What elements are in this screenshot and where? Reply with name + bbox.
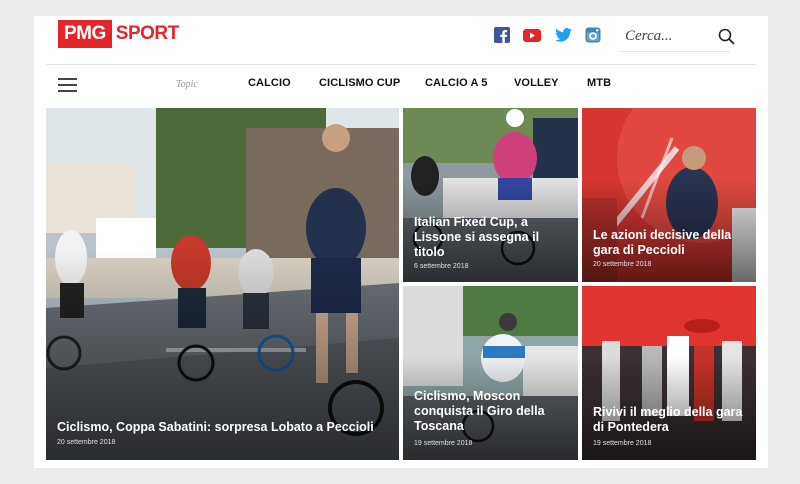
youtube-icon[interactable] xyxy=(522,26,542,44)
nav-item-calcio-a-5[interactable]: CALCIO A 5 xyxy=(425,77,488,89)
article-tile-5[interactable]: Rivivi il meglio della gara di Pontedera… xyxy=(582,286,756,460)
page-container: PMG SPORT Topic CALCIO CICLISMO CUP CALC… xyxy=(34,16,768,468)
topic-label: Topic xyxy=(176,79,198,90)
article-title[interactable]: Ciclismo, Coppa Sabatini: sorpresa Lobat… xyxy=(57,420,391,435)
article-tile-2[interactable]: Italian Fixed Cup, a Lissone si assegna … xyxy=(403,108,578,282)
nav-item-mtb[interactable]: MTB xyxy=(587,77,611,89)
article-tile-main[interactable]: Ciclismo, Coppa Sabatini: sorpresa Lobat… xyxy=(46,108,399,460)
search-box xyxy=(620,22,730,52)
article-tile-3[interactable]: Le azioni decisive della gara di Pecciol… xyxy=(582,108,756,282)
facebook-icon[interactable] xyxy=(492,26,512,44)
article-date: 20 settembre 2018 xyxy=(593,261,652,268)
nav-item-calcio[interactable]: CALCIO xyxy=(248,77,291,89)
header-divider xyxy=(46,64,756,65)
instagram-icon[interactable] xyxy=(583,26,603,44)
search-input[interactable] xyxy=(620,22,700,50)
article-tile-4[interactable]: Ciclismo, Moscon conquista il Giro della… xyxy=(403,286,578,460)
nav-item-ciclismo-cup[interactable]: CICLISMO CUP xyxy=(319,77,400,89)
article-title[interactable]: Ciclismo, Moscon conquista il Giro della… xyxy=(414,389,570,434)
article-date: 20 settembre 2018 xyxy=(57,439,116,446)
logo-box: PMG xyxy=(58,20,112,48)
site-logo[interactable]: PMG SPORT xyxy=(58,19,179,49)
article-date: 6 settembre 2018 xyxy=(414,263,469,270)
article-date: 19 settembre 2018 xyxy=(414,440,473,447)
nav-item-volley[interactable]: VOLLEY xyxy=(514,77,559,89)
twitter-icon[interactable] xyxy=(553,26,573,44)
page-margin-left xyxy=(0,0,34,484)
article-date: 19 settembre 2018 xyxy=(593,440,652,447)
article-title[interactable]: Italian Fixed Cup, a Lissone si assegna … xyxy=(414,215,570,260)
logo-text: SPORT xyxy=(115,23,179,44)
search-icon[interactable] xyxy=(718,28,735,50)
menu-icon[interactable] xyxy=(58,78,77,92)
article-title[interactable]: Rivivi il meglio della gara di Pontedera xyxy=(593,405,748,435)
page-margin-right xyxy=(768,0,800,484)
page-margin-bottom xyxy=(0,468,800,484)
article-title[interactable]: Le azioni decisive della gara di Pecciol… xyxy=(593,228,748,258)
